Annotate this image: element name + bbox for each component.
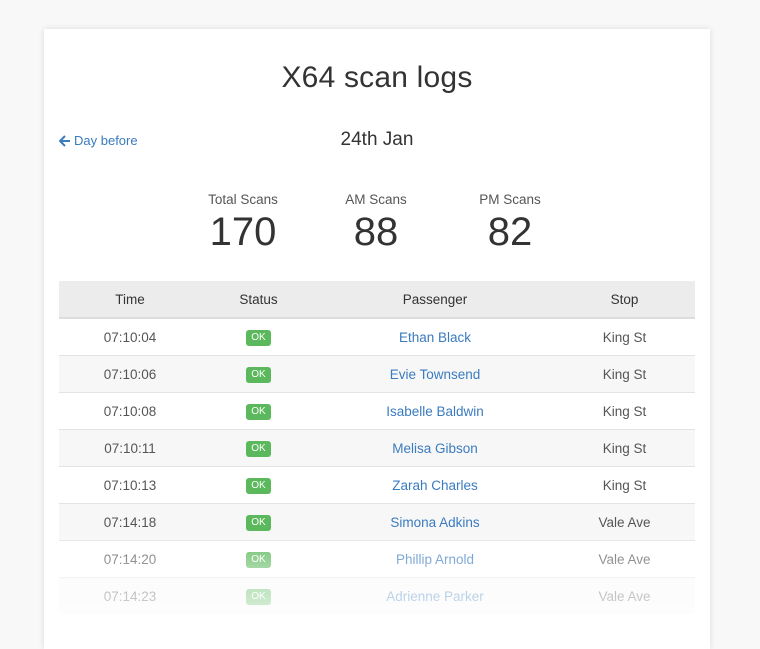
- passenger-link[interactable]: Zarah Charles: [392, 478, 478, 493]
- passenger-link[interactable]: Evie Townsend: [390, 367, 481, 382]
- cell-passenger: Melisa Gibson: [316, 429, 554, 467]
- cell-time: 07:14:20: [59, 540, 201, 578]
- cell-passenger: Phillip Arnold: [316, 540, 554, 578]
- stat-label: AM Scans: [345, 192, 407, 207]
- cell-stop: King St: [554, 466, 695, 504]
- cell-time: 07:10:06: [59, 355, 201, 393]
- status-badge: OK: [246, 589, 271, 605]
- status-badge: OK: [246, 441, 271, 457]
- stat-label: PM Scans: [479, 192, 541, 207]
- stat-value: 170: [209, 210, 277, 254]
- stat-value: 82: [487, 210, 533, 254]
- cell-passenger: Isabelle Baldwin: [316, 392, 554, 430]
- cell-stop: King St: [554, 429, 695, 467]
- passenger-link[interactable]: Isabelle Baldwin: [386, 404, 484, 419]
- stat-pm-scans: PM Scans 82: [445, 192, 575, 255]
- table-row: 07:14:23 OK Adrienne Parker Vale Ave: [59, 577, 695, 614]
- table-row: 07:10:08 OK Isabelle Baldwin King St: [59, 392, 695, 430]
- passenger-link[interactable]: Ethan Black: [399, 330, 471, 345]
- stat-label: Total Scans: [208, 192, 278, 207]
- status-badge: OK: [246, 404, 271, 420]
- cell-time: 07:10:08: [59, 392, 201, 430]
- cell-passenger: Evie Townsend: [316, 355, 554, 393]
- cell-time: 07:14:23: [59, 577, 201, 614]
- cell-time: 07:10:11: [59, 429, 201, 467]
- status-badge: OK: [246, 552, 271, 568]
- column-header-stop: Stop: [554, 281, 695, 319]
- date-navigation: Day before 24th Jan: [44, 129, 710, 155]
- passenger-link[interactable]: Melisa Gibson: [392, 441, 478, 456]
- table-row: 07:10:04 OK Ethan Black King St: [59, 317, 695, 356]
- current-date: 24th Jan: [340, 129, 414, 150]
- page-title: X64 scan logs: [281, 61, 473, 94]
- table-row: 07:14:20 OK Phillip Arnold Vale Ave: [59, 540, 695, 578]
- cell-status: OK: [201, 429, 316, 467]
- passenger-link[interactable]: Phillip Arnold: [396, 552, 474, 567]
- cell-status: OK: [201, 503, 316, 541]
- table-row: 07:14:18 OK Simona Adkins Vale Ave: [59, 503, 695, 541]
- cell-stop: Vale Ave: [554, 503, 695, 541]
- cell-passenger: Ethan Black: [316, 317, 554, 356]
- status-badge: OK: [246, 515, 271, 531]
- cell-time: 07:10:13: [59, 466, 201, 504]
- table-row: 07:10:13 OK Zarah Charles King St: [59, 466, 695, 504]
- cell-passenger: Simona Adkins: [316, 503, 554, 541]
- scan-log-card: X64 scan logs Day before 24th Jan Total …: [44, 29, 710, 649]
- passenger-link[interactable]: Simona Adkins: [390, 515, 479, 530]
- scan-log-table: Time Status Passenger Stop 07:10:04 OK Eth…: [59, 281, 695, 614]
- cell-status: OK: [201, 466, 316, 504]
- column-header-time: Time: [59, 281, 201, 319]
- cell-time: 07:10:04: [59, 317, 201, 356]
- cell-status: OK: [201, 540, 316, 578]
- table-header-row: Time Status Passenger Stop: [59, 281, 695, 319]
- cell-status: OK: [201, 577, 316, 614]
- column-header-status: Status: [201, 281, 316, 319]
- status-badge: OK: [246, 367, 271, 383]
- stat-am-scans: AM Scans 88: [311, 192, 441, 255]
- cell-stop: King St: [554, 355, 695, 393]
- table-row: 07:10:11 OK Melisa Gibson King St: [59, 429, 695, 467]
- table-row: 07:10:06 OK Evie Townsend King St: [59, 355, 695, 393]
- cell-passenger: Adrienne Parker: [316, 577, 554, 614]
- stat-total-scans: Total Scans 170: [178, 192, 308, 255]
- status-badge: OK: [246, 478, 271, 494]
- cell-passenger: Zarah Charles: [316, 466, 554, 504]
- cell-status: OK: [201, 392, 316, 430]
- passenger-link[interactable]: Adrienne Parker: [386, 589, 484, 604]
- cell-stop: Vale Ave: [554, 577, 695, 614]
- cell-status: OK: [201, 355, 316, 393]
- column-header-passenger: Passenger: [316, 281, 554, 319]
- cell-stop: King St: [554, 392, 695, 430]
- status-badge: OK: [246, 330, 271, 346]
- stat-value: 88: [353, 210, 399, 254]
- cell-stop: King St: [554, 317, 695, 356]
- cell-status: OK: [201, 317, 316, 356]
- cell-time: 07:14:18: [59, 503, 201, 541]
- cell-stop: Vale Ave: [554, 540, 695, 578]
